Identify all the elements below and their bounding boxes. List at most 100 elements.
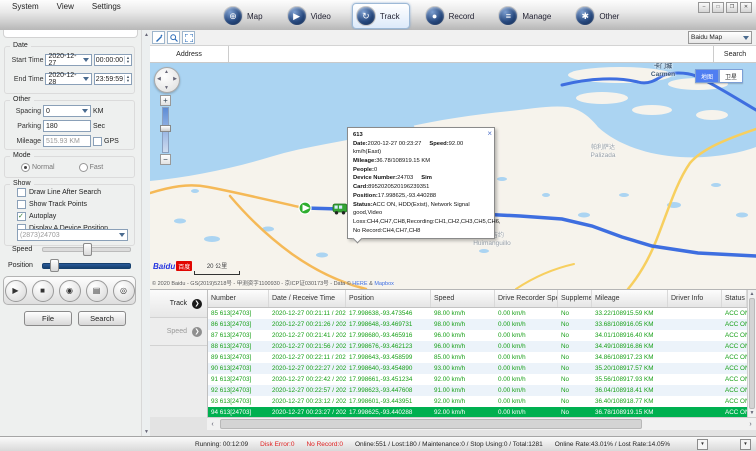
window-control-icon[interactable]: – (698, 2, 710, 13)
table-row[interactable]: 93 613[24703]2020-12-27 00:23:12 / 20217… (208, 396, 747, 407)
table-column-header[interactable]: Date / Receive Time (269, 290, 346, 307)
menu-item[interactable]: View (49, 1, 82, 12)
table-row[interactable]: 90 613[24703]2020-12-27 00:22:27 / 20217… (208, 363, 747, 374)
playback-button[interactable]: ◎ (113, 280, 135, 302)
status-item: Online Rate:43.01% / Lost Rate:14.05% (555, 441, 670, 448)
search-button[interactable]: Search (78, 311, 126, 326)
table-vertical-scrollbar[interactable]: ▲ ▼ (747, 290, 756, 417)
mode-normal-radio[interactable] (21, 163, 30, 172)
menu: SystemViewSettings (4, 1, 129, 12)
table-column-header[interactable]: Driver Info (668, 290, 722, 307)
table-column-header[interactable]: Number (208, 290, 269, 307)
end-time-spinner[interactable]: 23:59:59▲▼ (94, 73, 132, 85)
table-column-header[interactable]: Drive Recorder Speed (495, 290, 558, 307)
spinner-arrows-icon[interactable]: ▲▼ (124, 75, 131, 83)
popup-close-icon[interactable]: × (487, 128, 492, 140)
window-control-icon[interactable]: ❐ (726, 2, 738, 13)
scrollbar-thumb[interactable] (220, 419, 642, 429)
position-slider-thumb[interactable] (50, 259, 59, 272)
panel-toggle-icon[interactable]: ▼ (697, 439, 708, 450)
parking-input[interactable]: 180 (43, 120, 91, 132)
map-type-map-button[interactable]: 地图 (695, 69, 719, 83)
spinner-arrows-icon[interactable]: ▲▼ (124, 56, 131, 64)
table-column-header[interactable]: Position (346, 290, 431, 307)
table-row[interactable]: 87 613[24703]2020-12-27 00:21:41 / 20217… (208, 330, 747, 341)
map-provider-select[interactable]: Baidu Map (688, 31, 752, 44)
pan-up-icon[interactable]: ▲ (164, 69, 169, 75)
spacing-select[interactable]: 0 (43, 105, 91, 117)
other-group-title: Other (10, 96, 34, 103)
address-search-button[interactable]: Search (713, 46, 756, 62)
show-option-checkbox[interactable]: Autoplay (17, 212, 134, 221)
measure-icon[interactable] (152, 31, 165, 44)
map-view[interactable]: ▲ ▼ ◀ ▶ + − 地图 卫星 卡门城Carmen 帕利萨达Palizada (150, 63, 756, 289)
scroll-right-icon[interactable]: › (745, 421, 756, 428)
scroll-down-icon[interactable]: ▼ (748, 410, 756, 416)
start-date-select[interactable]: 2020-12-27 (45, 54, 91, 66)
show-option-checkbox[interactable]: Draw Line After Search (17, 188, 134, 197)
mode-fast-radio[interactable] (79, 163, 88, 172)
table-row[interactable]: 85 613[24703]2020-12-27 00:21:11 / 20217… (208, 308, 747, 319)
full-extent-icon[interactable] (182, 31, 195, 44)
zoom-icon[interactable] (167, 31, 180, 44)
scrollbar-thumb[interactable] (749, 298, 755, 409)
menu-item[interactable]: Settings (84, 1, 129, 12)
table-row[interactable]: 88 613[24703]2020-12-27 00:21:56 / 20217… (208, 341, 747, 352)
position-slider[interactable] (42, 263, 131, 269)
scroll-up-icon[interactable]: ▲ (748, 291, 756, 297)
table-column-header[interactable]: Status (722, 290, 747, 307)
mileage-input[interactable]: 515.93 KM (43, 135, 91, 147)
toolbar-button-icon: ≡ (498, 6, 518, 26)
zoom-out-button[interactable]: − (160, 154, 171, 165)
pan-right-icon[interactable]: ▶ (173, 76, 177, 82)
toolbar-button[interactable]: ↻ Track (352, 3, 410, 29)
show-option-checkbox[interactable]: Show Track Points (17, 200, 134, 209)
table-row[interactable]: 86 613[24703]2020-12-27 00:21:26 / 20217… (208, 319, 747, 330)
file-button[interactable]: File (24, 311, 72, 326)
chevron-down-icon (83, 77, 89, 81)
scroll-left-icon[interactable]: ‹ (207, 421, 218, 428)
spacing-unit: KM (93, 108, 104, 115)
tab-track[interactable]: Track ❯ (150, 290, 207, 318)
window-control-icon[interactable]: ✕ (740, 2, 752, 13)
speed-slider-thumb[interactable] (83, 243, 92, 256)
speed-slider[interactable] (42, 247, 131, 252)
zoom-slider[interactable] (162, 107, 169, 153)
table-row[interactable]: 92 613[24703]2020-12-27 00:22:57 / 20217… (208, 385, 747, 396)
table-horizontal-scrollbar[interactable]: ‹ › (207, 417, 756, 430)
panel-toggle-icon[interactable]: ▼ (740, 439, 751, 450)
toolbar-button[interactable]: ▶ Video (284, 4, 340, 28)
window-control-icon[interactable]: □ (712, 2, 724, 13)
address-input[interactable] (229, 46, 713, 62)
table-column-header[interactable]: Mileage (592, 290, 668, 307)
tab-speed[interactable]: Speed ❯ (150, 318, 207, 346)
table-column-header[interactable]: Speed (431, 290, 495, 307)
device-position-select[interactable]: (2873)24703 (17, 229, 128, 241)
map-pan-control[interactable]: ▲ ▼ ◀ ▶ (154, 67, 180, 93)
toolbar-button[interactable]: ≡ Manage (495, 4, 560, 28)
toolbar-button[interactable]: ⊕ Map (220, 4, 272, 28)
table-column-header[interactable]: Supplement (558, 290, 592, 307)
toolbar-button[interactable]: ✱ Other (572, 4, 628, 28)
toolbar-button-label: Track (380, 12, 400, 21)
table-row[interactable]: 91 613[24703]2020-12-27 00:22:42 / 20217… (208, 374, 747, 385)
map-type-satellite-button[interactable]: 卫星 (719, 69, 743, 83)
start-time-spinner[interactable]: 00:00:00▲▼ (94, 54, 132, 66)
pan-down-icon[interactable]: ▼ (164, 85, 169, 91)
playback-button[interactable]: ▶ (5, 280, 27, 302)
map-zoom-control[interactable]: + − (159, 95, 172, 165)
zoom-slider-thumb[interactable] (160, 125, 171, 132)
zoom-in-button[interactable]: + (160, 95, 171, 106)
table-row[interactable]: 89 613[24703]2020-12-27 00:22:11 / 20217… (208, 352, 747, 363)
end-date-select[interactable]: 2020-12-28 (45, 73, 91, 85)
toolbar-button[interactable]: ● Record (422, 4, 484, 28)
menu-item[interactable]: System (4, 1, 47, 12)
playback-button[interactable]: ◉ (59, 280, 81, 302)
status-item: No Record:0 (306, 441, 343, 448)
playback-button[interactable]: ■ (32, 280, 54, 302)
table-row[interactable]: 94 613[24703]2020-12-27 00:23:27 / 20217… (208, 407, 747, 417)
gps-checkbox[interactable] (93, 137, 102, 146)
pan-left-icon[interactable]: ◀ (157, 76, 161, 82)
playback-button[interactable]: ▤ (86, 280, 108, 302)
date-group-title: Date (10, 42, 31, 49)
